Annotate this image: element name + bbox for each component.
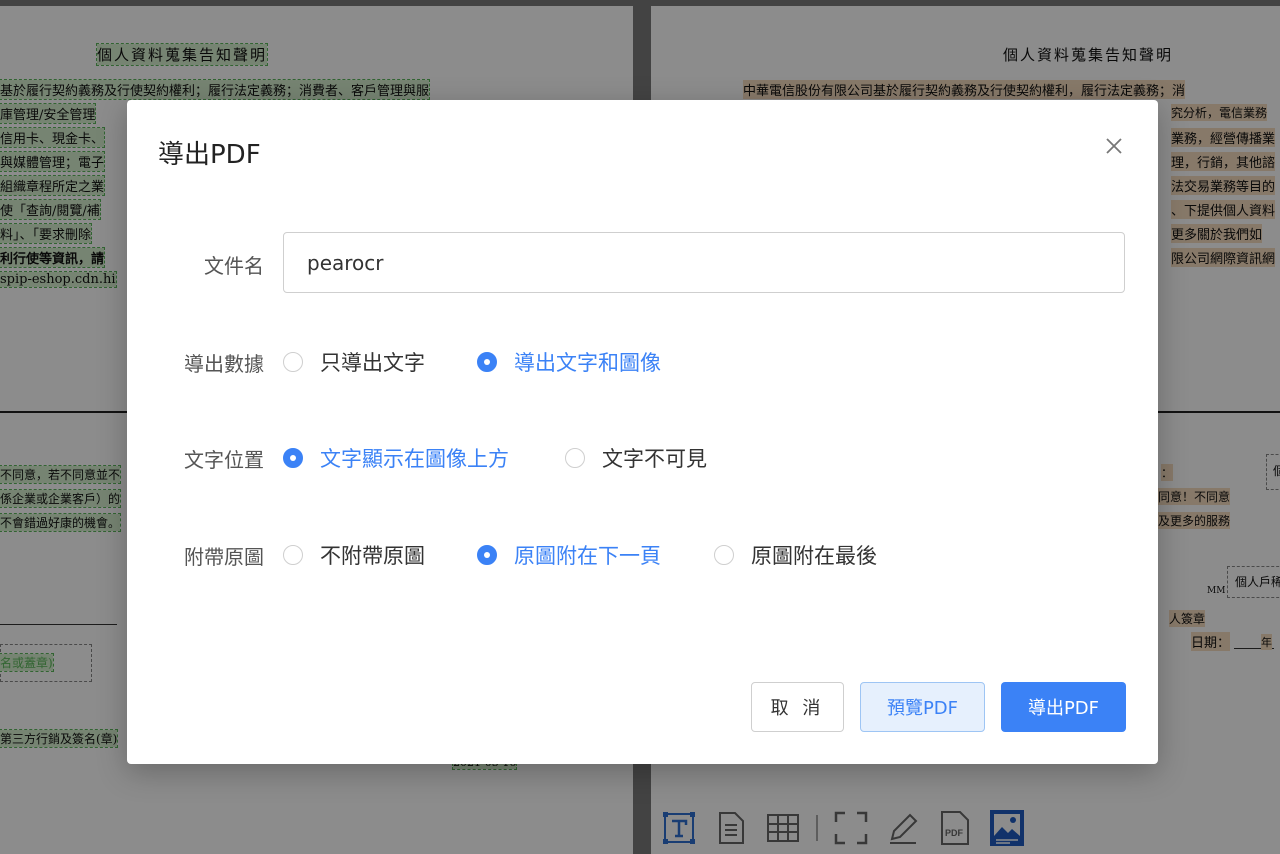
radio-label: 原圖附在最後 [751, 544, 877, 568]
radio-circle [283, 545, 303, 565]
radio-circle-checked [477, 545, 497, 565]
filename-input[interactable] [283, 232, 1125, 293]
export-pdf-dialog: 導出PDF 文件名 導出數據 只導出文字 導出文字和圖像 文字位置 文字顯示在圖… [127, 100, 1158, 764]
radio-original-at-end[interactable]: 原圖附在最後 [714, 540, 877, 570]
filename-label: 文件名 [204, 254, 264, 278]
radio-no-original[interactable]: 不附帶原圖 [283, 540, 425, 570]
attach-original-label: 附帶原圖 [184, 545, 264, 569]
close-icon[interactable] [1102, 134, 1126, 158]
radio-label: 不附帶原圖 [320, 544, 425, 568]
export-data-label: 導出數據 [184, 352, 264, 376]
radio-text-and-image[interactable]: 導出文字和圖像 [477, 347, 661, 377]
cancel-button[interactable]: 取 消 [751, 682, 844, 732]
radio-circle-checked [283, 448, 303, 468]
dialog-title: 導出PDF [158, 140, 261, 170]
export-pdf-button[interactable]: 導出PDF [1001, 682, 1126, 732]
radio-original-next-page[interactable]: 原圖附在下一頁 [477, 540, 661, 570]
radio-circle [565, 448, 585, 468]
radio-circle [714, 545, 734, 565]
radio-label: 只導出文字 [320, 351, 425, 375]
radio-circle-checked [477, 352, 497, 372]
preview-pdf-button[interactable]: 預覽PDF [860, 682, 985, 732]
radio-text-above-image[interactable]: 文字顯示在圖像上方 [283, 443, 509, 473]
radio-label: 文字顯示在圖像上方 [320, 447, 509, 471]
radio-text-invisible[interactable]: 文字不可見 [565, 443, 707, 473]
radio-label: 文字不可見 [602, 447, 707, 471]
text-position-label: 文字位置 [184, 448, 264, 472]
radio-label: 原圖附在下一頁 [514, 544, 661, 568]
radio-text-only[interactable]: 只導出文字 [283, 347, 425, 377]
radio-label: 導出文字和圖像 [514, 351, 661, 375]
radio-circle [283, 352, 303, 372]
